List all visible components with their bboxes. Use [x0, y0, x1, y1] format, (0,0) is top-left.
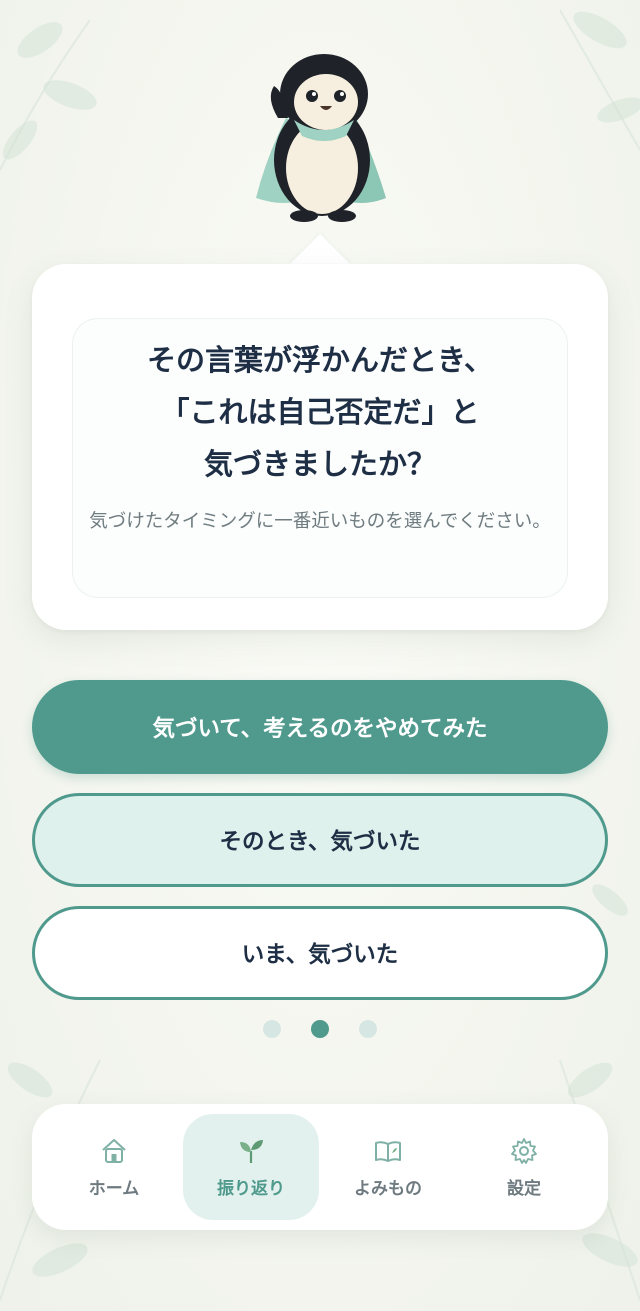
bottom-navigation-bar: ホーム 振り返り よみもの 設定 [32, 1104, 608, 1230]
option-button-noticed-now[interactable]: いま、気づいた [32, 906, 608, 1000]
question-hint: 気づけたタイミングに一番近いものを選んでください。 [89, 511, 551, 532]
pager-dots [0, 1020, 640, 1038]
nav-label-reflection: 振り返り [217, 1178, 285, 1199]
pager-dot-2-active[interactable] [311, 1020, 329, 1038]
nav-item-reading[interactable]: よみもの [320, 1114, 456, 1220]
home-icon [102, 1138, 126, 1163]
gear-icon [511, 1137, 537, 1164]
nav-label-home: ホーム [88, 1178, 140, 1199]
question-line-3: 気づきましたか？ [203, 447, 436, 481]
option-button-stopped-thinking[interactable]: 気づいて、考えるのをやめてみた [32, 680, 608, 774]
book-icon [375, 1140, 401, 1162]
pager-dot-3[interactable] [359, 1020, 377, 1038]
nav-label-reading: よみもの [354, 1178, 422, 1199]
nav-item-reflection[interactable]: 振り返り [183, 1114, 319, 1220]
sprout-icon [240, 1139, 263, 1163]
pager-dot-1[interactable] [263, 1020, 281, 1038]
nav-label-settings: 設定 [507, 1178, 541, 1199]
penguin-mascot-image [256, 54, 386, 222]
nav-item-home[interactable]: ホーム [46, 1114, 182, 1220]
question-line-2: 「これは自己否定だ」と [160, 395, 480, 429]
nav-item-settings[interactable]: 設定 [456, 1114, 592, 1220]
speech-bubble-tail [288, 234, 352, 266]
option-button-noticed-then[interactable]: そのとき、気づいた [32, 793, 608, 887]
question-title: その言葉が浮かんだとき、 「これは自己否定だ」と 気づきましたか？ [60, 334, 580, 490]
question-line-1: その言葉が浮かんだとき、 [147, 343, 493, 377]
